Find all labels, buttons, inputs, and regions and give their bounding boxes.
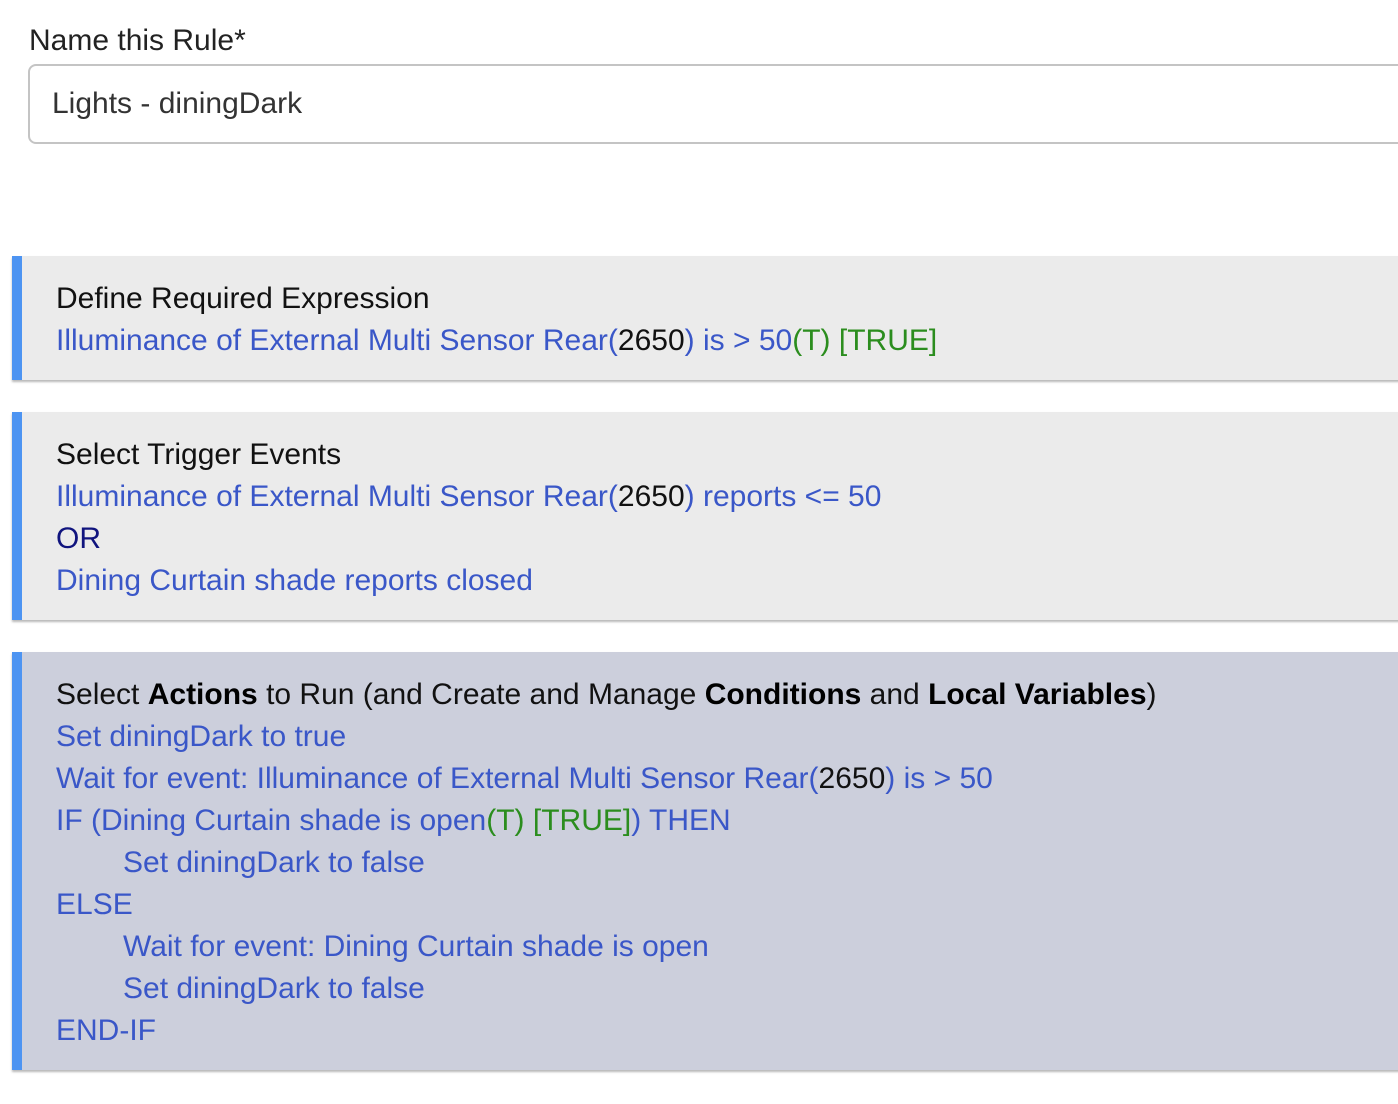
expression-comparison: ) is > 50 bbox=[684, 324, 793, 357]
action-if-result: [TRUE] bbox=[532, 804, 632, 837]
action-endif[interactable]: END-IF bbox=[56, 1010, 1398, 1052]
action-set-false-2[interactable]: Set diningDark to false bbox=[56, 968, 1398, 1010]
action-wait-illuminance[interactable]: Wait for event: Illuminance of External … bbox=[56, 758, 1398, 800]
trigger-event-illuminance[interactable]: Illuminance of External Multi Sensor Rea… bbox=[56, 476, 1398, 518]
action-wait-comparison: ) is > 50 bbox=[885, 762, 993, 795]
actions-section[interactable]: Select Actions to Run (and Create and Ma… bbox=[12, 652, 1398, 1070]
actions-title-part: ) bbox=[1146, 678, 1157, 711]
actions-title-part: to Run (and Create and Manage bbox=[257, 678, 705, 711]
required-expression-title: Define Required Expression bbox=[56, 282, 430, 315]
required-expression-condition[interactable]: Illuminance of External Multi Sensor Rea… bbox=[56, 320, 1398, 362]
action-if-text: IF (Dining Curtain shade is open bbox=[56, 804, 487, 837]
action-wait-current-value: 2650 bbox=[818, 762, 886, 795]
actions-title-bold-conditions: Conditions bbox=[704, 678, 862, 711]
trigger-events-title: Select Trigger Events bbox=[56, 438, 342, 471]
expression-state: (T) bbox=[792, 324, 831, 357]
trigger-event-curtain[interactable]: Dining Curtain shade reports closed bbox=[56, 560, 1398, 602]
expression-text: Illuminance of External Multi Sensor Rea… bbox=[56, 324, 618, 357]
actions-title-part: Select bbox=[56, 678, 148, 711]
trigger-event-current-value: 2650 bbox=[617, 480, 685, 513]
actions-title-bold-actions: Actions bbox=[147, 678, 258, 711]
expression-current-value: 2650 bbox=[617, 324, 685, 357]
action-wait-text: Wait for event: Illuminance of External … bbox=[56, 762, 819, 795]
expression-result: [TRUE] bbox=[838, 324, 938, 357]
required-expression-section[interactable]: Define Required Expression Illuminance o… bbox=[12, 256, 1398, 380]
actions-title-bold-local-variables: Local Variables bbox=[928, 678, 1147, 711]
trigger-events-section[interactable]: Select Trigger Events Illuminance of Ext… bbox=[12, 412, 1398, 620]
trigger-or-label: OR bbox=[56, 522, 101, 555]
rule-name-input[interactable] bbox=[28, 64, 1398, 144]
action-if-state: (T) bbox=[486, 804, 525, 837]
rule-editor-page: Name this Rule* Define Required Expressi… bbox=[0, 0, 1398, 1104]
action-else[interactable]: ELSE bbox=[56, 884, 1398, 926]
actions-title: Select Actions to Run (and Create and Ma… bbox=[56, 674, 1398, 716]
actions-title-part: and bbox=[861, 678, 929, 711]
trigger-event-text: Illuminance of External Multi Sensor Rea… bbox=[56, 480, 618, 513]
action-if[interactable]: IF (Dining Curtain shade is open(T) [TRU… bbox=[56, 800, 1398, 842]
action-wait-curtain-open[interactable]: Wait for event: Dining Curtain shade is … bbox=[56, 926, 1398, 968]
trigger-event-comparison: ) reports <= 50 bbox=[684, 480, 882, 513]
action-set-true[interactable]: Set diningDark to true bbox=[56, 716, 1398, 758]
action-set-false-1[interactable]: Set diningDark to false bbox=[56, 842, 1398, 884]
action-if-then: ) THEN bbox=[631, 804, 731, 837]
rule-name-label: Name this Rule* bbox=[29, 24, 246, 57]
